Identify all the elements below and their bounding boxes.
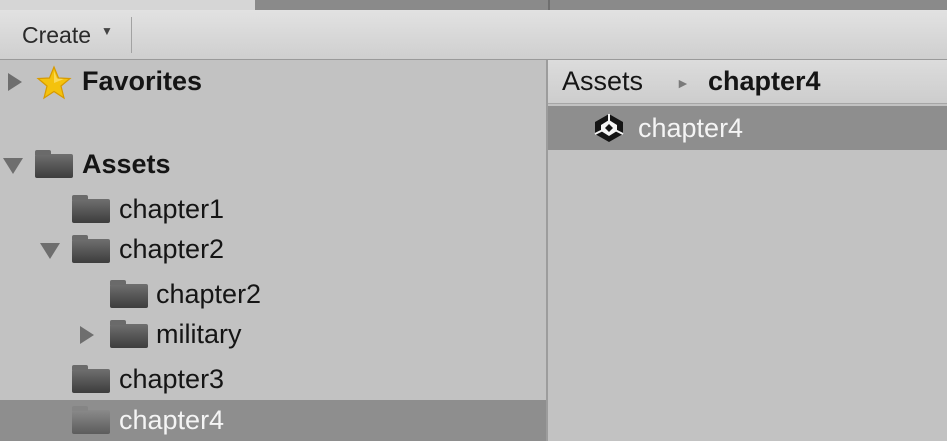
tab-strip [0,0,947,10]
expand-arrow-icon[interactable] [8,73,22,91]
project-window: Create ▼ Favorites Assets chapter1 chapt… [0,0,947,441]
tree-item-label: chapter3 [119,364,225,394]
tab-separator [548,0,550,10]
tree-item-label: chapter4 [119,405,225,435]
folder-icon [72,406,110,434]
breadcrumb: Assets ► chapter4 [548,60,947,104]
tree-item-chapter4[interactable]: chapter4 [0,400,546,441]
tree-item-chapter2-sub[interactable]: chapter2 [0,275,546,315]
create-dropdown-button[interactable]: Create ▼ [8,17,132,53]
tree-item-label: chapter2 [119,234,225,264]
collapse-arrow-icon[interactable] [40,243,60,259]
folder-icon [110,320,148,348]
folder-tree-panel: Favorites Assets chapter1 chapter2 chapt… [0,60,546,441]
tree-item-label: chapter2 [156,279,262,309]
folder-icon [110,280,148,308]
dropdown-caret-icon: ▼ [101,24,113,38]
folder-icon [72,365,110,393]
toolbar: Create ▼ [0,10,947,60]
folder-icon [35,150,73,178]
tab-project[interactable] [0,0,255,10]
asset-label: chapter4 [638,113,744,143]
tree-item-label: chapter1 [119,194,225,224]
tree-item-assets[interactable]: Assets [0,145,546,185]
expand-arrow-icon[interactable] [80,326,94,344]
breadcrumb-current[interactable]: chapter4 [708,66,821,97]
unity-scene-icon [594,114,624,142]
tree-item-label: Favorites [82,66,203,96]
asset-item-chapter4[interactable]: chapter4 [548,106,947,150]
breadcrumb-separator-icon: ► [676,75,690,91]
tree-item-label: Assets [82,149,171,179]
collapse-arrow-icon[interactable] [3,158,23,174]
assets-panel: Assets ► chapter4 chapter4 [548,60,947,441]
create-button-label: Create [22,21,92,48]
tree-item-chapter1[interactable]: chapter1 [0,190,546,230]
tree-item-military[interactable]: military [0,315,546,355]
tree-item-label: military [156,319,242,349]
folder-icon [72,235,110,263]
star-icon [36,65,72,100]
tree-item-chapter3[interactable]: chapter3 [0,360,546,400]
tree-item-chapter2[interactable]: chapter2 [0,230,546,270]
breadcrumb-assets[interactable]: Assets [562,66,643,97]
tree-item-favorites[interactable]: Favorites [0,62,546,102]
folder-icon [72,195,110,223]
